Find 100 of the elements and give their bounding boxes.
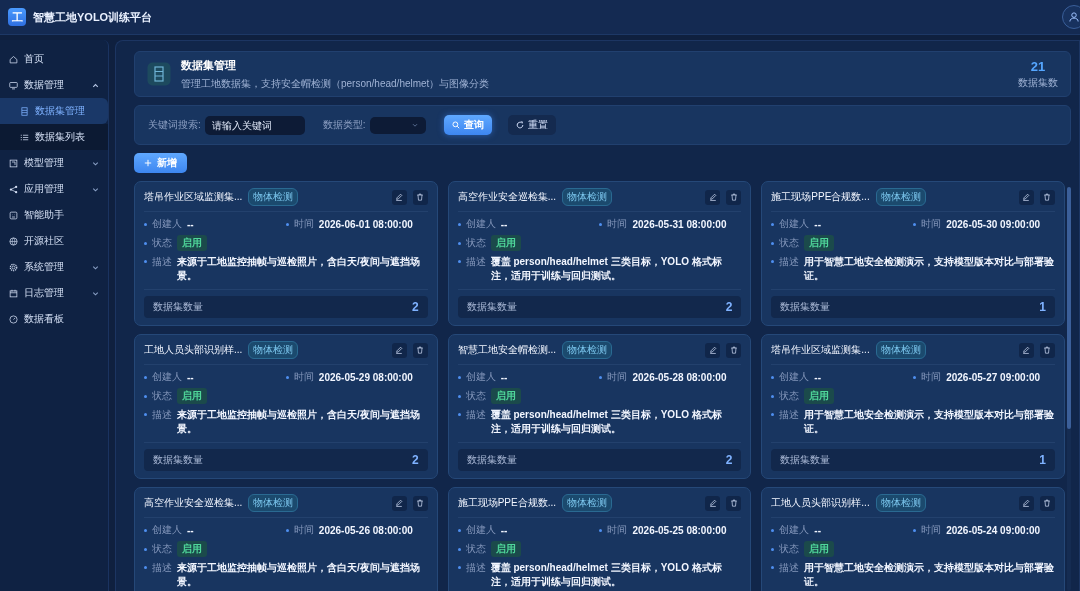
nav-item[interactable]: 数据看板 bbox=[0, 306, 108, 332]
field-label: 描述 bbox=[152, 408, 172, 422]
field-label: 描述 bbox=[779, 255, 800, 269]
status-badge: 启用 bbox=[804, 235, 835, 251]
nav-item[interactable]: 日志管理 bbox=[0, 280, 108, 306]
type-tag: 物体检测 bbox=[562, 341, 612, 359]
field-label: 创建人 bbox=[779, 523, 810, 537]
edit-button[interactable] bbox=[1019, 342, 1034, 358]
keyword-label: 关键词搜索: bbox=[148, 118, 201, 132]
field-label: 描述 bbox=[779, 561, 800, 575]
type-tag: 物体检测 bbox=[875, 341, 926, 359]
nav-item[interactable]: 模型管理 bbox=[0, 150, 108, 176]
type-tag: 物体检测 bbox=[562, 188, 612, 206]
trash-icon bbox=[416, 193, 425, 201]
status-badge: 启用 bbox=[804, 541, 835, 557]
count-value: 1 bbox=[1039, 300, 1046, 314]
nav-item[interactable]: 应用管理 bbox=[0, 176, 108, 202]
field-label: 创建人 bbox=[465, 523, 496, 537]
status-badge: 启用 bbox=[177, 235, 207, 251]
field-label: 描述 bbox=[465, 408, 486, 422]
field-label: 描述 bbox=[465, 255, 486, 269]
field-label: 状态 bbox=[152, 542, 172, 556]
gauge-icon bbox=[9, 314, 18, 324]
edit-button[interactable] bbox=[705, 189, 721, 205]
type-tag: 物体检测 bbox=[875, 188, 926, 206]
edit-button[interactable] bbox=[391, 189, 407, 205]
delete-button[interactable] bbox=[412, 342, 428, 358]
trash-icon bbox=[729, 193, 738, 201]
stat-value: 21 bbox=[1030, 58, 1046, 74]
status-badge: 启用 bbox=[804, 388, 835, 404]
nav-subitem[interactable]: 数据集管理 bbox=[0, 98, 108, 124]
edit-button[interactable] bbox=[391, 495, 407, 511]
delete-button[interactable] bbox=[1040, 342, 1055, 358]
user-icon[interactable] bbox=[1062, 5, 1080, 29]
nav-subitem[interactable]: 数据集列表 bbox=[0, 124, 108, 150]
nav-item[interactable]: 数据管理 bbox=[0, 72, 108, 98]
card-title: 工地人员头部识别样... bbox=[771, 496, 870, 510]
edit-button[interactable] bbox=[1019, 495, 1034, 511]
creator-value: -- bbox=[814, 524, 821, 536]
monitor-icon bbox=[9, 80, 18, 90]
plus-icon bbox=[144, 159, 152, 167]
count-label: 数据集数量 bbox=[153, 300, 203, 314]
description-text: 覆盖 person/head/helmet 三类目标，YOLO 格式标注，适用于训练与回归测试。 bbox=[490, 255, 723, 283]
field-label: 创建人 bbox=[152, 523, 182, 537]
delete-button[interactable] bbox=[1040, 189, 1055, 205]
calendar-icon bbox=[9, 288, 18, 298]
pencil-icon bbox=[395, 193, 404, 201]
field-label: 状态 bbox=[465, 542, 486, 556]
description-text: 来源于工地监控抽帧与巡检照片，含白天/夜间与遮挡场景。 bbox=[177, 408, 421, 436]
status-badge: 启用 bbox=[490, 235, 521, 251]
time-value: 2026-05-29 08:00:00 bbox=[318, 371, 413, 383]
creator-value: -- bbox=[814, 371, 821, 383]
search-icon bbox=[451, 121, 460, 129]
field-label: 时间 bbox=[293, 523, 314, 537]
card-title: 施工现场PPE合规数... bbox=[771, 190, 870, 204]
creator-value: -- bbox=[187, 218, 194, 230]
delete-button[interactable] bbox=[412, 495, 428, 511]
field-label: 创建人 bbox=[465, 217, 496, 231]
description-text: 覆盖 person/head/helmet 三类目标，YOLO 格式标注，适用于训练与回归测试。 bbox=[490, 561, 723, 589]
delete-button[interactable] bbox=[726, 189, 742, 205]
reset-button[interactable]: 重置 bbox=[507, 115, 556, 135]
edit-button[interactable] bbox=[1019, 189, 1034, 205]
description-text: 来源于工地监控抽帧与巡检照片，含白天/夜间与遮挡场景。 bbox=[177, 255, 421, 283]
edit-button[interactable] bbox=[391, 342, 407, 358]
trash-icon bbox=[416, 346, 425, 354]
settings-icon bbox=[9, 262, 18, 272]
field-label: 状态 bbox=[779, 542, 800, 556]
count-value: 1 bbox=[1039, 453, 1046, 467]
time-value: 2026-05-31 08:00:00 bbox=[632, 218, 727, 230]
field-label: 描述 bbox=[152, 561, 172, 575]
creator-value: -- bbox=[500, 524, 508, 536]
nav-item[interactable]: 开源社区 bbox=[0, 228, 108, 254]
pencil-icon bbox=[708, 346, 717, 354]
card-title: 高空作业安全巡检集... bbox=[144, 496, 243, 510]
description-text: 来源于工地监控抽帧与巡检照片，含白天/夜间与遮挡场景。 bbox=[177, 561, 421, 589]
delete-button[interactable] bbox=[726, 342, 742, 358]
type-tag: 物体检测 bbox=[248, 188, 299, 206]
pencil-icon bbox=[395, 346, 404, 354]
status-badge: 启用 bbox=[490, 541, 521, 557]
delete-button[interactable] bbox=[726, 495, 742, 511]
share-icon bbox=[9, 184, 18, 194]
edit-button[interactable] bbox=[705, 342, 721, 358]
status-badge: 启用 bbox=[490, 388, 521, 404]
keyword-field[interactable]: 请输入关键词 bbox=[204, 115, 305, 135]
page-subtitle: 管理工地数据集，支持安全帽检测（person/head/helmet）与图像分类 bbox=[181, 76, 490, 91]
nav-item[interactable]: 系统管理 bbox=[0, 254, 108, 280]
delete-button[interactable] bbox=[1040, 495, 1055, 511]
trash-icon bbox=[729, 499, 738, 507]
card-title: 塔吊作业区域监测集... bbox=[144, 190, 243, 204]
status-badge: 启用 bbox=[177, 388, 207, 404]
nav-item[interactable]: 智能助手 bbox=[0, 202, 108, 228]
field-label: 时间 bbox=[607, 523, 628, 537]
field-label: 时间 bbox=[921, 217, 942, 231]
field-label: 状态 bbox=[152, 236, 172, 250]
delete-button[interactable] bbox=[412, 189, 428, 205]
edit-button[interactable] bbox=[705, 495, 721, 511]
type-tag: 物体检测 bbox=[562, 494, 612, 512]
pencil-icon bbox=[395, 499, 404, 507]
nav-item[interactable]: 首页 bbox=[0, 46, 108, 72]
count-label: 数据集数量 bbox=[780, 300, 831, 314]
